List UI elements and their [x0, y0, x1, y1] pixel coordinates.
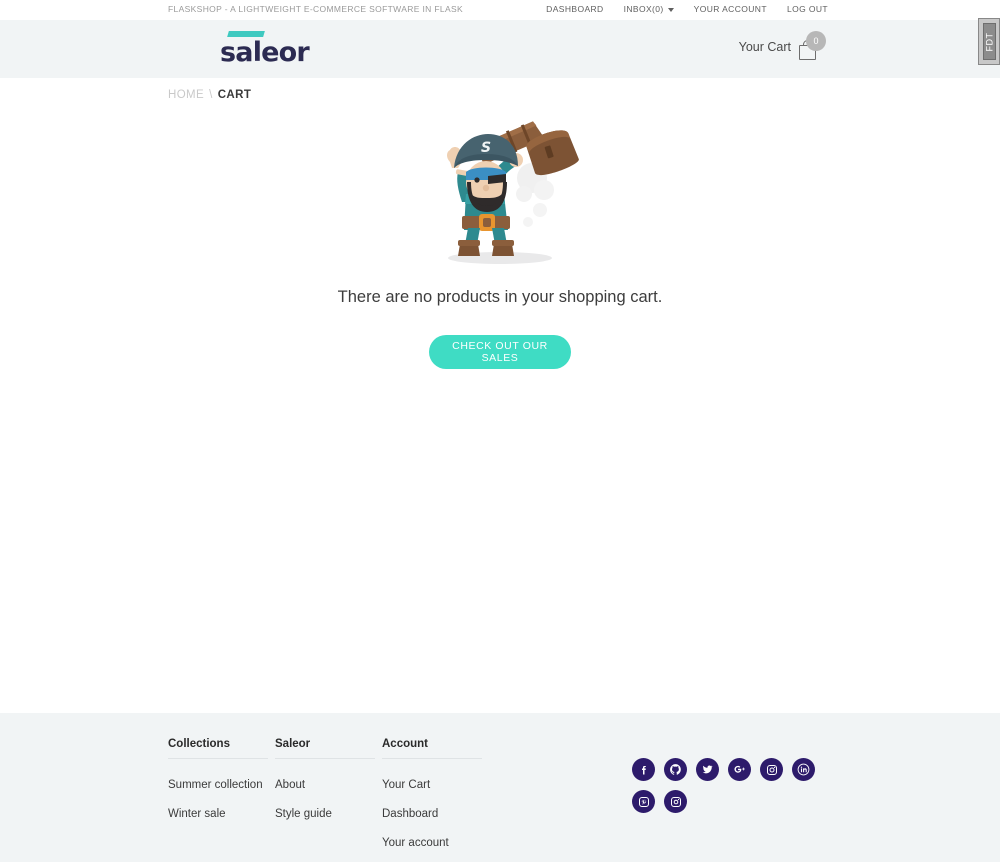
top-utility-bar: FLASKSHOP - A LIGHTWEIGHT E-COMMERCE SOF…: [0, 0, 1000, 20]
footer-link-your-cart[interactable]: Your Cart: [382, 779, 430, 791]
footer-link-your-account[interactable]: Your account: [382, 837, 449, 849]
flask-debug-toolbar-inner: FDT: [982, 23, 996, 60]
chevron-down-icon: [667, 8, 674, 12]
svg-text:S: S: [481, 140, 491, 156]
page-root: FLASKSHOP - A LIGHTWEIGHT E-COMMERCE SOF…: [0, 0, 1000, 862]
topnav-label-your-account: YOUR ACCOUNT: [693, 4, 767, 14]
empty-cart-section: S There are no products in your shopping…: [0, 110, 1000, 410]
topnav-label-log-out: LOG OUT: [786, 4, 828, 14]
top-navigation: DASHBOARD INBOX(0) YOUR ACCOUNT LOG OUT: [546, 4, 828, 14]
topnav-label-inbox: INBOX(0): [623, 4, 664, 14]
topnav-item-inbox[interactable]: INBOX(0): [624, 4, 674, 14]
footer-column-title-saleor: Saleor: [275, 738, 375, 759]
empty-cart-message: There are no products in your shopping c…: [337, 288, 663, 306]
footer-column-saleor: Saleor About Style guide: [275, 738, 382, 862]
social-link-google-plus[interactable]: [728, 758, 751, 781]
footer-link-winter-sale[interactable]: Winter sale: [168, 808, 226, 820]
breadcrumb-separator: \: [209, 89, 213, 101]
social-link-facebook[interactable]: [632, 758, 655, 781]
shopping-bag-icon: 0: [799, 31, 826, 60]
github-icon: [670, 764, 681, 775]
google-plus-icon: [734, 765, 745, 773]
instagram-icon: [766, 764, 777, 775]
twitter-icon: [702, 765, 713, 774]
breadcrumb: HOME \ CART: [168, 89, 251, 101]
cart-count-badge: 0: [806, 31, 826, 51]
cart-button[interactable]: Your Cart 0: [738, 31, 826, 60]
footer-column-collections: Collections Summer collection Winter sal…: [168, 738, 275, 862]
cart-label: Your Cart: [738, 40, 791, 54]
pinterest-icon: [638, 796, 649, 807]
topnav-label-dashboard: DASHBOARD: [546, 4, 604, 14]
social-link-instagram[interactable]: [760, 758, 783, 781]
pirate-illustration: S: [400, 110, 600, 270]
footer-link-summer-collection[interactable]: Summer collection: [168, 779, 263, 791]
topnav-item-your-account[interactable]: YOUR ACCOUNT: [694, 4, 767, 14]
footer-column-title-account: Account: [382, 738, 482, 759]
logo-text: saleor: [220, 37, 310, 68]
social-links: [632, 758, 822, 813]
breadcrumb-home[interactable]: HOME: [168, 89, 204, 101]
instagram-alt-icon: [670, 796, 681, 807]
topnav-item-dashboard[interactable]: DASHBOARD: [546, 4, 603, 14]
site-header: saleor Your Cart 0: [0, 20, 1000, 78]
site-footer: Collections Summer collection Winter sal…: [0, 713, 1000, 862]
social-link-linkedin[interactable]: [792, 758, 815, 781]
social-link-github[interactable]: [664, 758, 687, 781]
flask-debug-toolbar-tab[interactable]: FDT: [978, 18, 1000, 65]
linkedin-icon: [797, 763, 810, 776]
social-link-instagram-alt[interactable]: [664, 790, 687, 813]
flask-debug-toolbar-label: FDT: [984, 32, 994, 51]
facebook-icon: [641, 765, 646, 774]
site-tagline: FLASKSHOP - A LIGHTWEIGHT E-COMMERCE SOF…: [168, 4, 464, 14]
check-out-our-sales-button[interactable]: CHECK OUT OUR SALES: [429, 335, 571, 369]
topnav-item-log-out[interactable]: LOG OUT: [787, 4, 828, 14]
social-link-twitter[interactable]: [696, 758, 719, 781]
site-logo[interactable]: saleor: [220, 31, 330, 69]
footer-link-about[interactable]: About: [275, 779, 305, 791]
breadcrumb-current: CART: [217, 89, 252, 101]
footer-column-title-collections: Collections: [168, 738, 268, 759]
pirate-with-treasure-chest-icon: S: [447, 121, 579, 264]
social-link-pinterest[interactable]: [632, 790, 655, 813]
footer-link-style-guide[interactable]: Style guide: [275, 808, 332, 820]
footer-columns: Collections Summer collection Winter sal…: [168, 738, 497, 862]
footer-column-account: Account Your Cart Dashboard Your account…: [382, 738, 497, 862]
footer-link-dashboard[interactable]: Dashboard: [382, 808, 438, 820]
